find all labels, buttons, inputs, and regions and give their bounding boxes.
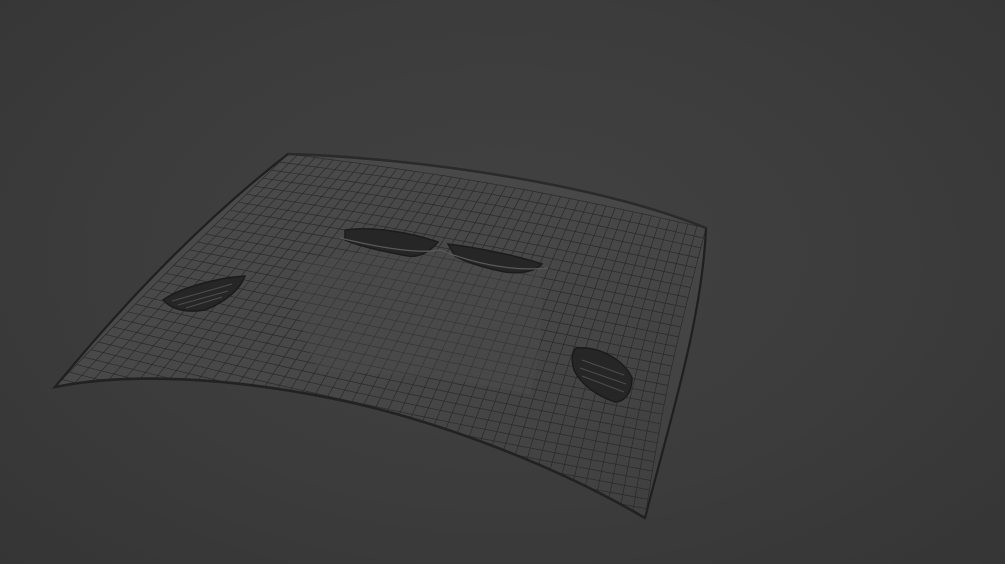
hood-wireframe-canvas[interactable] <box>0 0 1005 564</box>
3d-viewport[interactable] <box>0 0 1005 564</box>
